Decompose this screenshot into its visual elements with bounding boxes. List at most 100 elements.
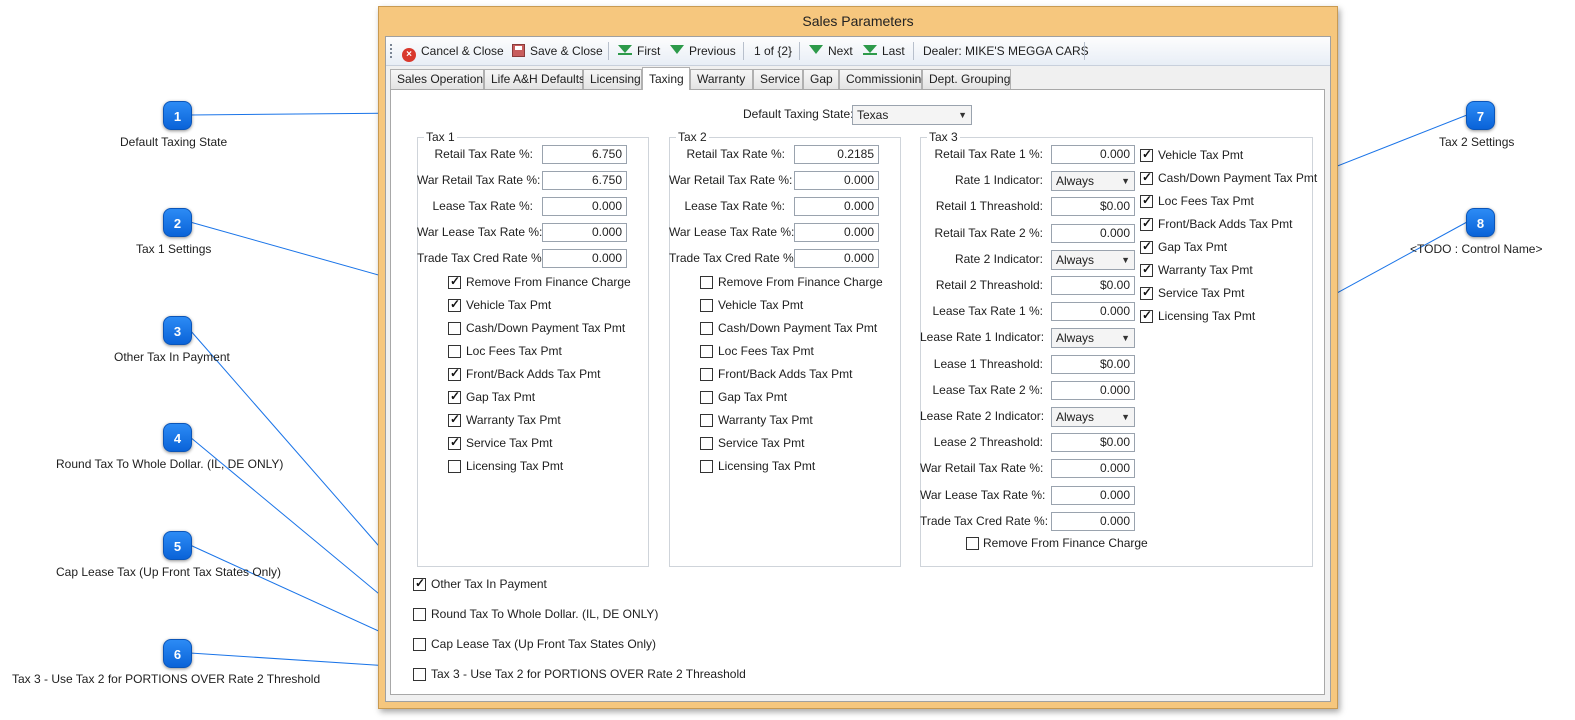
- tax3-option-checkbox[interactable]: [1140, 216, 1153, 231]
- tax1-option-checkbox[interactable]: [448, 366, 461, 381]
- tax2-option-checkbox[interactable]: [700, 391, 713, 404]
- cancel-close-button[interactable]: × Cancel & Close: [402, 42, 504, 62]
- tax3-field-input[interactable]: $0.00: [1051, 276, 1135, 295]
- tax3-indicator-select[interactable]: Always ▼: [1051, 249, 1135, 270]
- tax2-option-checkbox-label: Vehicle Tax Pmt: [718, 298, 804, 312]
- tax1-option-checkbox-label: Gap Tax Pmt: [466, 390, 536, 404]
- tab-commissioning[interactable]: Commissioning: [839, 69, 928, 89]
- tax3-field-input[interactable]: $0.00: [1051, 354, 1135, 374]
- previous-button[interactable]: Previous: [669, 42, 736, 60]
- default-state-select[interactable]: Texas ▼: [852, 105, 972, 125]
- tax2-option-checkbox[interactable]: [700, 322, 713, 335]
- tax3-field-input[interactable]: 0.000: [1051, 223, 1135, 243]
- toolbar: × Cancel & Close Save & Close First Previ…: [386, 37, 1330, 66]
- tax2-option-checkbox[interactable]: [700, 414, 713, 427]
- tax3-field-input[interactable]: $0.00: [1051, 197, 1135, 217]
- tax3-field-input[interactable]: 0.000: [1051, 380, 1135, 400]
- tab-gap[interactable]: Gap: [803, 69, 839, 89]
- last-button[interactable]: Last: [862, 42, 905, 60]
- tab-dept-grouping[interactable]: Dept. Grouping: [922, 69, 1011, 89]
- tab-service[interactable]: Service: [753, 69, 803, 89]
- callout-badge-4: 4: [163, 423, 192, 452]
- tax3-option-checkbox[interactable]: [1140, 193, 1153, 208]
- tax2-option-checkbox[interactable]: [700, 460, 713, 473]
- tax2-option-checkbox-label: Warranty Tax Pmt: [718, 413, 813, 427]
- save-close-button[interactable]: Save & Close: [512, 42, 603, 60]
- tax1-retail-rate-label: Retail Tax Rate %:: [434, 147, 534, 161]
- tax1-war-lease-rate-label: War Lease Tax Rate %:: [417, 225, 543, 239]
- tax1-option-checkbox[interactable]: [448, 460, 461, 473]
- tax3-option-checkbox[interactable]: [1140, 262, 1153, 277]
- tab-taxing[interactable]: Taxing: [642, 67, 690, 90]
- tax3-title: Tax 3: [927, 130, 960, 144]
- tax2-option-checkbox[interactable]: [700, 276, 713, 289]
- tax3-field-label: Lease 1 Threashold:: [933, 356, 1043, 371]
- callout-label-4: Round Tax To Whole Dollar. (IL, DE ONLY): [56, 457, 284, 471]
- previous-record-icon: [670, 45, 684, 54]
- first-button[interactable]: First: [617, 42, 660, 60]
- callout-badge-1: 1: [163, 101, 192, 130]
- tax1-option-checkbox[interactable]: [448, 322, 461, 335]
- tax2-option-checkbox[interactable]: [700, 437, 713, 450]
- cancel-close-label: Cancel & Close: [421, 44, 504, 58]
- tax1-trade-credit-rate-input[interactable]: 0.000: [542, 249, 627, 268]
- tax2-war-retail-rate-input[interactable]: 0.000: [794, 171, 879, 190]
- tax3-field-input[interactable]: 0.000: [1051, 145, 1135, 164]
- tax1-lease-rate-input[interactable]: 0.000: [542, 197, 627, 216]
- tax3-indicator-select[interactable]: Always ▼: [1051, 171, 1135, 192]
- record-position: 1 of {2}: [754, 44, 793, 58]
- tax2-retail-rate-input[interactable]: 0.2185: [794, 145, 879, 164]
- callout-label-7: Tax 2 Settings: [1439, 135, 1515, 149]
- tax3-indicator-select[interactable]: Always ▼: [1051, 328, 1135, 349]
- toolbar-separator: [608, 42, 609, 60]
- tax1-option-checkbox[interactable]: [448, 412, 461, 427]
- tax1-war-retail-rate-label: War Retail Tax Rate %:: [417, 173, 541, 187]
- tax3-option-checkbox-label: Service Tax Pmt: [1158, 286, 1245, 300]
- tax3-option-checkbox[interactable]: [1140, 170, 1153, 185]
- tax2-option-checkbox[interactable]: [700, 368, 713, 381]
- tax3-option-checkbox-label: Warranty Tax Pmt: [1158, 263, 1253, 277]
- previous-label: Previous: [689, 44, 736, 58]
- tax-general-option-checkbox[interactable]: [413, 608, 426, 621]
- tab-life-ah-defaults[interactable]: Life A&H Defaults: [484, 69, 585, 89]
- tax1-war-retail-rate-input[interactable]: 6.750: [542, 171, 627, 190]
- tax3-field-input[interactable]: $0.00: [1051, 433, 1135, 453]
- tax-general-option-checkbox[interactable]: [413, 668, 426, 681]
- tax3-field-input[interactable]: 0.000: [1051, 302, 1135, 322]
- tax3-remove-finance-checkbox[interactable]: [966, 537, 979, 550]
- tax1-option-checkbox[interactable]: [448, 435, 461, 450]
- tax2-lease-rate-input[interactable]: 0.000: [794, 197, 879, 216]
- tax3-indicator-select[interactable]: Always ▼: [1051, 407, 1135, 427]
- chevron-down-icon: ▼: [1121, 333, 1130, 344]
- tax2-option-checkbox-label: Remove From Finance Charge: [718, 275, 883, 289]
- callout-badge-5: 5: [163, 531, 192, 560]
- tax3-option-checkbox[interactable]: [1140, 285, 1153, 300]
- tax1-option-checkbox[interactable]: [448, 389, 461, 404]
- tax3-option-checkbox[interactable]: [1140, 239, 1153, 254]
- tax3-field-input[interactable]: 0.000: [1051, 511, 1135, 531]
- next-button[interactable]: Next: [808, 42, 853, 60]
- tab-sales-operation[interactable]: Sales Operation: [390, 69, 484, 89]
- tax2-war-lease-rate-input[interactable]: 0.000: [794, 223, 879, 242]
- tax2-title: Tax 2: [676, 130, 709, 144]
- toolbar-grip[interactable]: [390, 44, 392, 58]
- tab-warranty[interactable]: Warranty: [690, 69, 753, 89]
- tax3-field-label: Trade Tax Cred Rate %:: [920, 513, 1049, 528]
- tax3-option-checkbox[interactable]: [1140, 308, 1153, 323]
- tax1-retail-rate-input[interactable]: 6.750: [542, 145, 627, 164]
- tax3-field-input[interactable]: 0.000: [1051, 485, 1135, 505]
- tax-general-option-checkbox[interactable]: [413, 638, 426, 651]
- tax2-option-checkbox[interactable]: [700, 299, 713, 312]
- tax3-field-label: Retail 2 Threashold:: [935, 278, 1043, 292]
- tab-licensing[interactable]: Licensing: [583, 69, 642, 89]
- tax1-option-checkbox[interactable]: [448, 297, 461, 312]
- tax1-option-checkbox[interactable]: [448, 345, 461, 358]
- tax1-option-checkbox[interactable]: [448, 274, 461, 289]
- tax-general-option-checkbox[interactable]: [413, 576, 426, 591]
- tax3-field-input[interactable]: 0.000: [1051, 459, 1135, 479]
- tax2-option-checkbox[interactable]: [700, 345, 713, 358]
- tax3-option-checkbox[interactable]: [1140, 147, 1153, 162]
- callout-line-6: [189, 652, 405, 668]
- tax2-trade-credit-rate-input[interactable]: 0.000: [794, 249, 879, 268]
- tax1-war-lease-rate-input[interactable]: 0.000: [542, 223, 627, 242]
